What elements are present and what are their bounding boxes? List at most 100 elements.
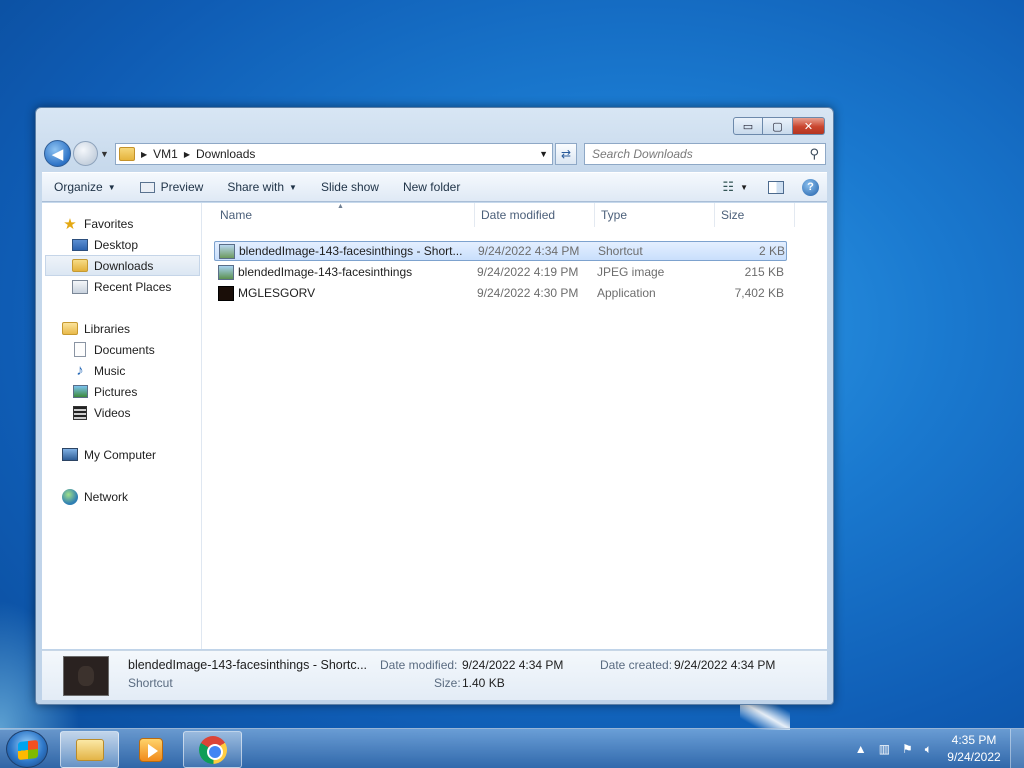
details-size-label: Size: bbox=[434, 676, 461, 690]
back-button[interactable]: ◀ bbox=[44, 140, 71, 167]
clock[interactable]: 4:35 PM 9/24/2022 bbox=[938, 732, 1010, 766]
file-type: Application bbox=[597, 286, 656, 300]
nav-label: Recent Places bbox=[94, 279, 172, 294]
file-date: 9/24/2022 4:30 PM bbox=[477, 286, 579, 300]
share-with-label: Share with bbox=[227, 180, 285, 194]
refresh-icon: ⇄ bbox=[560, 147, 572, 161]
file-date: 9/24/2022 4:34 PM bbox=[478, 244, 580, 258]
file-date: 9/24/2022 4:19 PM bbox=[477, 265, 579, 279]
breadcrumb-vm1[interactable]: VM1 bbox=[153, 147, 178, 161]
file-type: JPEG image bbox=[597, 265, 665, 279]
help-icon[interactable]: ? bbox=[802, 178, 819, 196]
table-row[interactable]: blendedImage-143-facesinthings - Short..… bbox=[214, 241, 787, 261]
nav-network[interactable]: Network bbox=[62, 486, 128, 507]
nav-documents[interactable]: Documents bbox=[72, 339, 155, 360]
caption-buttons: ▭ ▢ ✕ bbox=[733, 117, 825, 135]
breadcrumb-separator-icon[interactable]: ▶ bbox=[184, 150, 190, 159]
nav-videos[interactable]: Videos bbox=[72, 402, 130, 423]
navigation-pane: ★ Favorites Desktop Downloads Recent Plac… bbox=[42, 203, 202, 649]
slide-show-label: Slide show bbox=[320, 180, 379, 194]
show-hidden-icons-icon[interactable]: ▲ bbox=[855, 742, 867, 756]
organize-label: Organize bbox=[54, 180, 103, 194]
view-options-chevron-icon[interactable]: ▼ bbox=[740, 183, 748, 192]
libraries-icon bbox=[62, 322, 78, 335]
organize-button[interactable]: Organize ▼ bbox=[42, 180, 128, 194]
nav-downloads[interactable]: Downloads bbox=[45, 255, 200, 276]
new-folder-label: New folder bbox=[402, 180, 461, 194]
forward-button[interactable] bbox=[73, 141, 98, 166]
volume-icon[interactable]: 🔈︎ bbox=[925, 742, 932, 757]
nav-my-computer[interactable]: My Computer bbox=[62, 444, 156, 465]
maximize-button[interactable]: ▢ bbox=[763, 117, 793, 135]
folder-icon bbox=[119, 147, 135, 161]
clock-date: 9/24/2022 bbox=[947, 750, 1001, 764]
column-header-date-modified[interactable]: Date modified bbox=[475, 203, 595, 227]
column-header-size[interactable]: Size bbox=[715, 203, 795, 227]
refresh-button[interactable]: ⇄ bbox=[555, 143, 577, 165]
nav-libraries[interactable]: Libraries bbox=[62, 318, 130, 339]
share-with-button[interactable]: Share with ▼ bbox=[215, 180, 309, 194]
taskbar: ▲ ▥ ⚑ 🔈︎ 4:35 PM 9/24/2022 bbox=[0, 728, 1024, 768]
close-button[interactable]: ✕ bbox=[793, 117, 825, 135]
details-pane: blendedImage-143-facesinthings - Shortc.… bbox=[42, 650, 827, 700]
details-date-created: 9/24/2022 4:34 PM bbox=[674, 658, 776, 672]
shortcut-icon bbox=[219, 244, 235, 259]
file-name: blendedImage-143-facesinthings - Short..… bbox=[239, 244, 463, 258]
action-center-icon[interactable]: ⚑ bbox=[902, 742, 913, 756]
preview-button[interactable]: Preview bbox=[128, 180, 216, 194]
preview-icon bbox=[139, 181, 155, 193]
search-icon[interactable]: ⚲ bbox=[809, 146, 819, 162]
nav-label: Documents bbox=[94, 342, 155, 357]
nav-pictures[interactable]: Pictures bbox=[72, 381, 137, 402]
application-icon bbox=[218, 286, 234, 301]
search-placeholder: Search Downloads bbox=[592, 147, 693, 161]
clock-time: 4:35 PM bbox=[951, 733, 997, 747]
address-bar[interactable]: ▶ VM1 ▶ Downloads ▼ bbox=[115, 143, 553, 165]
details-file-type: Shortcut bbox=[128, 676, 173, 690]
breadcrumb-separator-icon[interactable]: ▶ bbox=[141, 150, 147, 159]
new-folder-button[interactable]: New folder bbox=[391, 180, 472, 194]
slide-show-button[interactable]: Slide show bbox=[309, 180, 391, 194]
desktop-icon bbox=[72, 238, 88, 251]
explorer-window: ▭ ▢ ✕ ◀ ▼ ▶ VM1 ▶ Downloads ▼ ⇄ Search D… bbox=[35, 107, 834, 705]
details-size: 1.40 KB bbox=[462, 676, 505, 690]
chevron-down-icon: ▼ bbox=[107, 182, 116, 192]
network-status-icon[interactable]: ▥ bbox=[879, 742, 890, 756]
table-row[interactable]: MGLESGORV 9/24/2022 4:30 PM Application … bbox=[214, 284, 787, 304]
videos-icon bbox=[73, 405, 87, 420]
column-header-name[interactable]: Name bbox=[214, 203, 475, 227]
documents-icon bbox=[74, 342, 86, 357]
show-desktop-button[interactable] bbox=[1010, 729, 1024, 768]
change-view-icon[interactable]: ☷ bbox=[722, 179, 734, 195]
system-tray: ▲ ▥ ⚑ 🔈︎ 4:35 PM 9/24/2022 bbox=[849, 729, 1024, 768]
taskbar-explorer-button[interactable] bbox=[60, 731, 119, 768]
file-type: Shortcut bbox=[598, 244, 643, 258]
chevron-down-icon: ▼ bbox=[289, 182, 297, 192]
details-date-modified-label: Date modified: bbox=[380, 658, 458, 672]
nav-recent-places[interactable]: Recent Places bbox=[72, 276, 171, 297]
nav-label: Videos bbox=[94, 405, 131, 420]
minimize-button[interactable]: ▭ bbox=[733, 117, 763, 135]
nav-music[interactable]: ♪ Music bbox=[72, 360, 125, 381]
table-row[interactable]: blendedImage-143-facesinthings 9/24/2022… bbox=[214, 263, 787, 283]
music-icon: ♪ bbox=[76, 362, 84, 379]
taskbar-media-player-button[interactable] bbox=[121, 731, 180, 768]
command-bar: Organize ▼ Preview Share with ▼ Slide show… bbox=[42, 172, 827, 202]
network-icon bbox=[62, 488, 78, 505]
windows-logo-icon bbox=[18, 739, 38, 761]
breadcrumb-downloads[interactable]: Downloads bbox=[196, 147, 255, 161]
downloads-folder-icon bbox=[72, 259, 88, 272]
computer-icon bbox=[62, 448, 78, 461]
file-thumbnail bbox=[63, 656, 109, 696]
nav-favorites[interactable]: ★ Favorites bbox=[62, 213, 133, 234]
taskbar-chrome-button[interactable] bbox=[183, 731, 242, 768]
column-header-type[interactable]: Type bbox=[595, 203, 715, 227]
file-size: 2 KB bbox=[758, 244, 785, 258]
start-button[interactable] bbox=[6, 730, 48, 768]
file-size: 215 KB bbox=[744, 265, 784, 279]
address-dropdown-icon[interactable]: ▼ bbox=[539, 149, 548, 159]
recent-pages-dropdown[interactable]: ▼ bbox=[100, 149, 109, 159]
preview-pane-icon[interactable] bbox=[768, 180, 784, 194]
nav-desktop[interactable]: Desktop bbox=[72, 234, 138, 255]
search-input[interactable]: Search Downloads ⚲ bbox=[584, 143, 826, 165]
